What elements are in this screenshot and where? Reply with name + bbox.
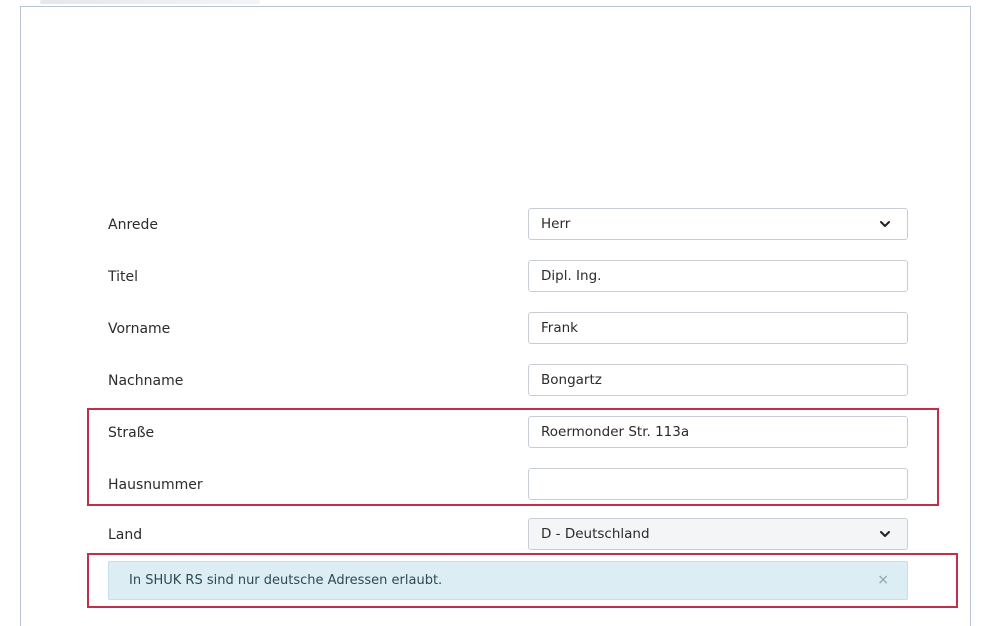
chevron-down-icon: [880, 221, 890, 227]
alert-highlight-box: [87, 553, 958, 608]
anrede-label: Anrede: [108, 217, 159, 233]
form-row-nachname: Nachname Bongartz: [0, 364, 992, 398]
vorname-value: Frank: [541, 320, 578, 336]
land-select[interactable]: D - Deutschland: [528, 518, 908, 550]
vorname-input[interactable]: Frank: [528, 312, 908, 344]
form-row-land: Land D - Deutschland: [0, 518, 992, 552]
titel-label: Titel: [108, 269, 139, 285]
nachname-value: Bongartz: [541, 372, 602, 388]
strasse-label: Straße: [108, 425, 155, 441]
strasse-input[interactable]: Roermonder Str. 113a: [528, 416, 908, 448]
strasse-value: Roermonder Str. 113a: [541, 424, 690, 440]
form-row-strasse: Straße Roermonder Str. 113a: [0, 416, 992, 450]
anrede-select[interactable]: Herr: [528, 208, 908, 240]
vorname-label: Vorname: [108, 321, 171, 337]
land-label: Land: [108, 527, 143, 543]
nachname-label: Nachname: [108, 373, 184, 389]
anrede-value: Herr: [541, 216, 571, 232]
land-value: D - Deutschland: [541, 526, 650, 542]
nachname-input[interactable]: Bongartz: [528, 364, 908, 396]
form-row-vorname: Vorname Frank: [0, 312, 992, 346]
form-row-titel: Titel Dipl. Ing.: [0, 260, 992, 294]
titel-input[interactable]: Dipl. Ing.: [528, 260, 908, 292]
hausnummer-label: Hausnummer: [108, 477, 203, 493]
titel-value: Dipl. Ing.: [541, 268, 602, 284]
faded-header-remnant: [40, 0, 260, 4]
hausnummer-input[interactable]: [528, 468, 908, 500]
form-row-hausnummer: Hausnummer: [0, 468, 992, 502]
chevron-down-icon: [880, 531, 890, 537]
form-row-anrede: Anrede Herr: [0, 208, 992, 242]
